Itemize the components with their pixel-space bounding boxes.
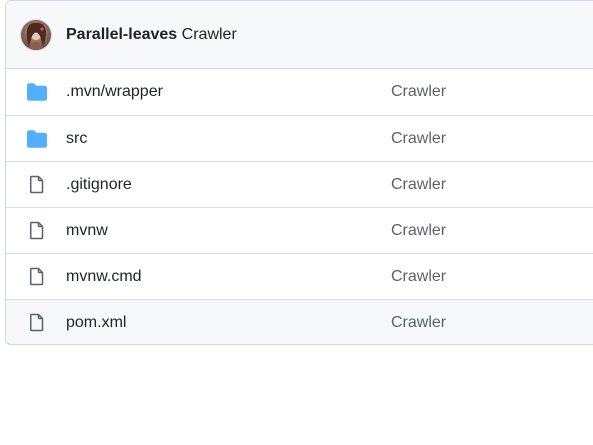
folder-name-link[interactable]: src [66, 130, 87, 148]
folder-name-link[interactable]: .mvn/wrapper [66, 83, 163, 101]
file-row[interactable]: src Crawler [6, 115, 593, 161]
file-commit-message-link[interactable]: Crawler [391, 83, 446, 101]
file-commit-message-link[interactable]: Crawler [391, 268, 446, 286]
author-avatar[interactable] [21, 19, 51, 50]
folder-icon [26, 128, 48, 150]
file-name-link[interactable]: .gitignore [66, 176, 132, 194]
file-list: .mvn/wrapper Crawler src Crawler .gitignore C… [6, 69, 593, 344]
file-name-link[interactable]: mvnw.cmd [66, 268, 142, 286]
commit-message-link[interactable]: Crawler [182, 26, 237, 43]
file-icon [26, 220, 48, 242]
latest-commit-text: Parallel-leaves Crawler [66, 25, 237, 45]
commit-author-link[interactable]: Parallel-leaves [66, 26, 177, 43]
file-icon [26, 312, 48, 334]
avatar-image [21, 19, 51, 50]
file-commit-message-link[interactable]: Crawler [391, 222, 446, 240]
file-icon [26, 266, 48, 288]
file-row[interactable]: mvnw Crawler [6, 207, 593, 253]
file-commit-message-link[interactable]: Crawler [391, 314, 446, 332]
file-icon [26, 174, 48, 196]
file-name-link[interactable]: pom.xml [66, 314, 126, 332]
file-commit-message-link[interactable]: Crawler [391, 130, 446, 148]
file-row[interactable]: .gitignore Crawler [6, 161, 593, 207]
file-browser: Parallel-leaves Crawler .mvn/wrapper Craw… [5, 0, 593, 345]
file-row[interactable]: pom.xml Crawler [6, 299, 593, 344]
folder-icon [26, 81, 48, 103]
file-row[interactable]: mvnw.cmd Crawler [6, 253, 593, 299]
file-row[interactable]: .mvn/wrapper Crawler [6, 69, 593, 115]
file-name-link[interactable]: mvnw [66, 222, 108, 240]
file-commit-message-link[interactable]: Crawler [391, 176, 446, 194]
latest-commit-bar: Parallel-leaves Crawler [6, 1, 593, 69]
